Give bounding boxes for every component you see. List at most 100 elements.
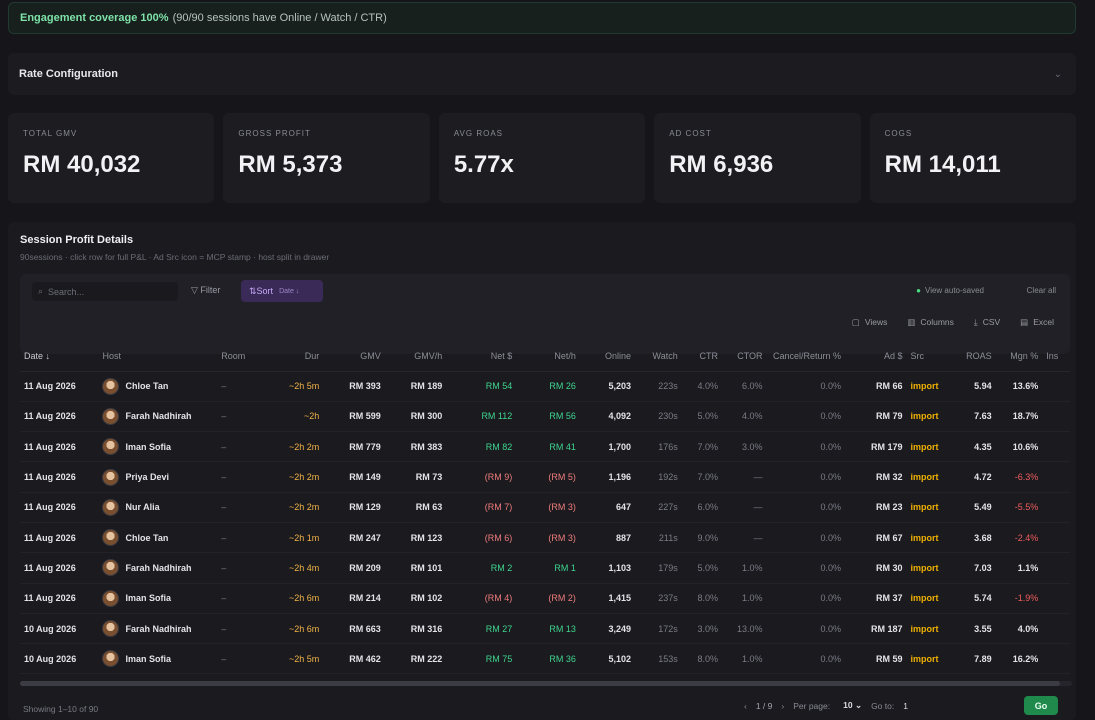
col-net[interactable]: Net $: [446, 341, 517, 372]
col-ctr[interactable]: CTR: [681, 341, 723, 372]
next-page-icon[interactable]: ›: [781, 701, 784, 711]
table-row[interactable]: 11 Aug 2026 Iman Sofia – ~2h 6m RM 214 RM 102…: [20, 583, 1070, 614]
table-row[interactable]: 11 Aug 2026 Chloe Tan – ~2h 1m RM 247 RM 123(…: [20, 522, 1070, 554]
col-room[interactable]: Room: [217, 341, 271, 372]
banner-rest: (90/90 sessions have Online / Watch / CT…: [172, 12, 387, 24]
cell-net: (RM 7): [446, 492, 517, 523]
cell-host[interactable]: Farah Nadhirah: [98, 552, 218, 584]
kpi-avg-roas: AVG ROAS 5.77x: [438, 113, 646, 203]
table-row[interactable]: 10 Aug 2026 Farah Nadhirah – ~2h 6m RM 663 RM…: [20, 613, 1070, 645]
table-row[interactable]: 11 Aug 2026 Farah Nadhirah – ~2h 4m RM 209 RM…: [20, 552, 1070, 584]
cell-host[interactable]: Iman Sofia: [98, 583, 218, 614]
cell-ctr: 7.0%: [681, 431, 723, 463]
col-gmvh[interactable]: GMV/h: [384, 341, 447, 372]
kpi-value: RM 6,936: [669, 151, 774, 178]
col-host[interactable]: Host: [98, 341, 218, 372]
cell-gmv: RM 209: [323, 552, 385, 584]
cell-net: (RM 6): [446, 522, 517, 554]
views-button[interactable]: ▢ Views: [852, 317, 888, 328]
scrollbar-thumb[interactable]: [20, 681, 1060, 686]
cell-cancel: 0.0%: [766, 431, 846, 463]
cell-host[interactable]: Chloe Tan: [98, 371, 218, 402]
cell-host[interactable]: Iman Sofia: [98, 431, 218, 463]
host-name: Iman Sofia: [125, 593, 171, 604]
filter-button[interactable]: ▽ Filter: [191, 285, 220, 296]
col-watch[interactable]: Watch: [635, 341, 682, 372]
sort-button[interactable]: ⇅ Sort Date ↓: [241, 280, 323, 302]
chevron-down-icon[interactable]: ⌄: [1054, 69, 1062, 80]
cell-ad: RM 187: [845, 613, 907, 645]
avatar: [102, 650, 120, 668]
goto-label: Go to:: [871, 700, 895, 711]
csv-button[interactable]: ⤓ CSV: [974, 317, 1000, 328]
col-mgn[interactable]: Mgn %: [995, 341, 1043, 372]
per-page-value: 10: [843, 700, 853, 710]
cell-src: import: [906, 401, 954, 433]
search-icon: ⌕: [38, 286, 44, 296]
table-row[interactable]: 11 Aug 2026 Priya Devi – ~2h 2m RM 149 RM 73(…: [20, 461, 1070, 493]
cell-dur: ~2h 6m: [270, 583, 324, 614]
kpi-label: AVG ROAS: [453, 129, 504, 138]
col-neth[interactable]: Net/h: [516, 341, 580, 372]
per-page-select[interactable]: 10 ⌄: [843, 700, 862, 711]
search-input[interactable]: ⌕ Search...: [32, 282, 178, 301]
cell-host[interactable]: Nur Alia: [98, 492, 218, 523]
table-row[interactable]: 11 Aug 2026 Farah Nadhirah – ~2h RM 599 RM 30…: [20, 401, 1070, 433]
cell-date: 11 Aug 2026: [20, 522, 99, 554]
cell-gmv: RM 663: [323, 613, 385, 645]
col-cancel[interactable]: Cancel/Return %: [766, 341, 846, 372]
cell-online: 5,102: [579, 643, 636, 675]
prev-page-icon[interactable]: ‹: [744, 701, 747, 711]
table-row[interactable]: 11 Aug 2026 Chloe Tan – ~2h 5m RM 393 RM 189 R…: [20, 371, 1070, 402]
cell-host[interactable]: Farah Nadhirah: [98, 613, 218, 645]
cell-ctor: 6.0%: [722, 371, 767, 402]
cell-mgn: -6.3%: [995, 461, 1043, 493]
clear-all-button[interactable]: Clear all: [1027, 286, 1056, 295]
cell-date: 10 Aug 2026: [20, 643, 99, 675]
col-roas[interactable]: ROAS: [953, 341, 996, 372]
cell-ctr: 8.0%: [681, 643, 723, 675]
col-dur[interactable]: Dur: [270, 341, 324, 372]
session-profit-panel: Session Profit Details 90sessions · clic…: [8, 222, 1076, 720]
export-tools: ▢ Views ▥ Columns ⤓ CSV ▤ Excel: [852, 317, 1054, 328]
host-name: Iman Sofia: [125, 441, 171, 452]
cell-ctor: —: [722, 461, 767, 493]
cell-gmv: RM 247: [323, 522, 385, 554]
table-row[interactable]: 11 Aug 2026 Nur Alia – ~2h 2m RM 129 RM 63 (RM…: [20, 492, 1070, 523]
cell-ins: [1042, 401, 1070, 433]
cell-ctor: 3.0%: [722, 431, 767, 463]
cell-ctr: 6.0%: [681, 492, 723, 523]
cell-host[interactable]: Iman Sofia: [98, 643, 218, 675]
host-name: Farah Nadhirah: [125, 562, 192, 573]
goto-input[interactable]: 1: [903, 701, 943, 711]
cell-host[interactable]: Priya Devi: [98, 461, 218, 493]
cell-neth: RM 41: [516, 431, 580, 463]
go-button[interactable]: Go: [1024, 696, 1058, 715]
col-ctor[interactable]: CTOR: [722, 341, 767, 372]
cell-host[interactable]: Farah Nadhirah: [98, 401, 218, 433]
cell-watch: 237s: [635, 583, 682, 614]
cell-net: RM 112: [446, 401, 517, 433]
cell-cancel: 0.0%: [766, 461, 846, 493]
cell-host[interactable]: Chloe Tan: [98, 522, 218, 554]
cell-room: –: [217, 461, 271, 493]
table-row[interactable]: 11 Aug 2026 Iman Sofia – ~2h 2m RM 779 RM 383…: [20, 431, 1070, 463]
col-gmv[interactable]: GMV: [323, 341, 385, 372]
col-online[interactable]: Online: [579, 341, 636, 372]
cell-ctor: —: [722, 492, 767, 523]
rate-configuration[interactable]: Rate Configuration ⌄: [8, 53, 1076, 95]
table-row[interactable]: 10 Aug 2026 Iman Sofia – ~2h 5m RM 462 RM 222…: [20, 643, 1070, 675]
cell-cancel: 0.0%: [766, 552, 846, 584]
autosave-status: ● View auto-saved: [916, 286, 984, 295]
filter-label: Filter: [200, 285, 221, 295]
cell-roas: 4.72: [953, 461, 996, 493]
col-ad[interactable]: Ad $: [845, 341, 907, 372]
horizontal-scrollbar[interactable]: [20, 681, 1072, 686]
col-ins[interactable]: Ins: [1042, 341, 1070, 372]
excel-button[interactable]: ▤ Excel: [1020, 317, 1054, 328]
col-src[interactable]: Src: [906, 341, 954, 372]
cell-ad: RM 23: [845, 492, 907, 523]
col-date[interactable]: Date ↓: [20, 341, 99, 372]
cell-room: –: [217, 492, 271, 523]
columns-button[interactable]: ▥ Columns: [907, 317, 954, 328]
